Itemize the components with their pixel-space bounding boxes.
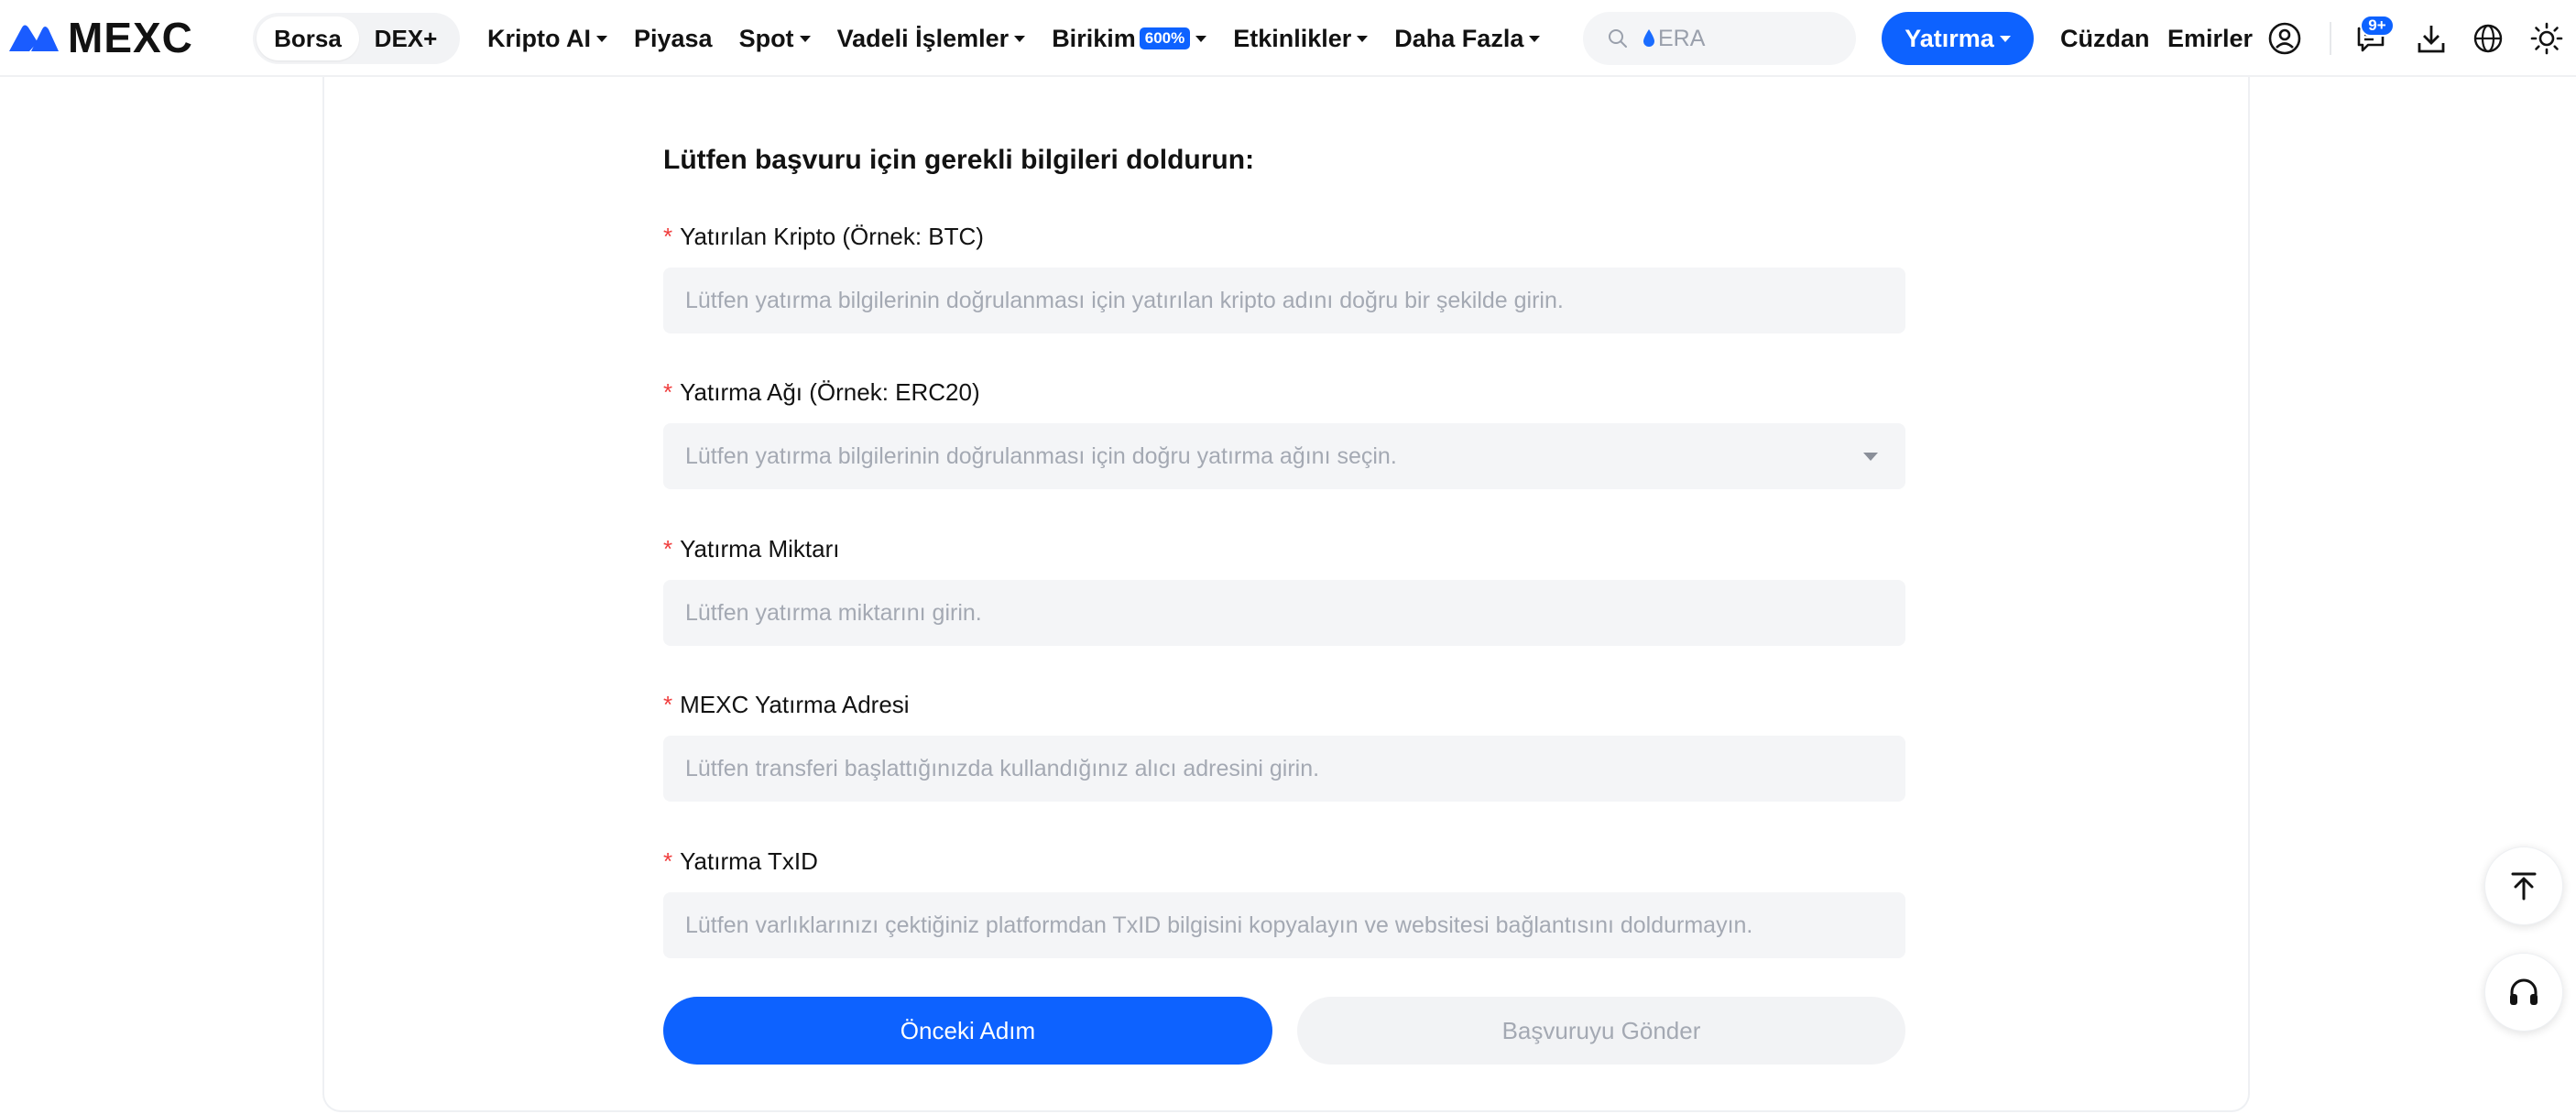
notification-badge: 9+ xyxy=(2360,15,2395,37)
field-label-amount: * Yatırma Miktarı xyxy=(663,535,840,562)
search-input[interactable]: ERA xyxy=(1583,12,1856,65)
amount-input[interactable]: Lütfen yatırma miktarını girin. xyxy=(663,580,1905,646)
logo-text: MEXC xyxy=(68,14,193,61)
nav-piyasa[interactable]: Piyasa xyxy=(634,25,713,53)
segment-borsa[interactable]: Borsa xyxy=(257,16,359,60)
top-navbar: MEXC Borsa DEX+ Kripto AI Piyasa Spot Va… xyxy=(0,0,2576,77)
required-mark: * xyxy=(663,691,673,718)
nav-vadeli-islemler[interactable]: Vadeli İşlemler xyxy=(837,25,1026,53)
nav-kripto-ai[interactable]: Kripto AI xyxy=(487,25,607,53)
chevron-down-icon xyxy=(1357,35,1369,42)
field-label-crypto: * Yatırılan Kripto (Örnek: BTC) xyxy=(663,223,984,250)
field-label-address: * MEXC Yatırma Adresi xyxy=(663,691,910,718)
crypto-name-input[interactable]: Lütfen yatırma bilgilerinin doğrulanması… xyxy=(663,268,1905,333)
chevron-down-icon xyxy=(1863,453,1878,461)
required-mark: * xyxy=(663,378,673,406)
required-mark: * xyxy=(663,535,673,562)
required-mark: * xyxy=(663,847,673,875)
chevron-down-icon xyxy=(595,35,607,42)
nav-etkinlikler[interactable]: Etkinlikler xyxy=(1233,25,1369,53)
main-nav: Kripto AI Piyasa Spot Vadeli İşlemler Bi… xyxy=(487,0,1566,77)
headset-icon xyxy=(2510,978,2538,1005)
amount-placeholder: Lütfen yatırma miktarını girin. xyxy=(685,599,982,626)
apr-badge: 600% xyxy=(1139,27,1191,49)
segment-dex[interactable]: DEX+ xyxy=(359,16,453,60)
wallet-link[interactable]: Cüzdan xyxy=(2060,0,2150,77)
nav-birikim[interactable]: Birikim 600% xyxy=(1052,25,1207,53)
globe-icon[interactable] xyxy=(2468,18,2508,59)
drop-icon xyxy=(1643,29,1654,47)
submit-application-button[interactable]: Başvuruyu Gönder xyxy=(1297,997,1905,1065)
sun-icon[interactable] xyxy=(2527,18,2567,59)
chevron-down-icon xyxy=(1999,35,2011,42)
crypto-name-placeholder: Lütfen yatırma bilgilerinin doğrulanması… xyxy=(685,287,1564,313)
required-mark: * xyxy=(663,223,673,250)
address-placeholder: Lütfen transferi başlattığınızda kulland… xyxy=(685,755,1320,781)
search-placeholder: ERA xyxy=(1658,25,1706,51)
txid-placeholder: Lütfen varlıklarınızı çektiğiniz platfor… xyxy=(685,912,1753,938)
form-title: Lütfen başvuru için gerekli bilgileri do… xyxy=(663,145,1255,175)
chevron-down-icon xyxy=(1529,35,1541,42)
back-to-top-button[interactable] xyxy=(2484,846,2563,925)
deposit-button[interactable]: Yatırma xyxy=(1882,12,2034,65)
nav-daha-fazla[interactable]: Daha Fazla xyxy=(1394,25,1541,53)
mexc-logo-icon xyxy=(9,25,59,51)
field-label-network: * Yatırma Ağı (Örnek: ERC20) xyxy=(663,378,980,406)
chevron-down-icon xyxy=(1014,35,1026,42)
txid-input[interactable]: Lütfen varlıklarınızı çektiğiniz platfor… xyxy=(663,892,1905,958)
header-divider xyxy=(2330,22,2331,55)
mexc-logo[interactable]: MEXC xyxy=(7,14,193,61)
previous-step-button[interactable]: Önceki Adım xyxy=(663,997,1272,1065)
search-icon xyxy=(1609,29,1627,48)
chevron-down-icon xyxy=(1195,35,1207,42)
field-label-txid: * Yatırma TxID xyxy=(663,847,818,875)
download-icon[interactable] xyxy=(2411,18,2451,59)
network-select[interactable]: Lütfen yatırma bilgilerinin doğrulanması… xyxy=(663,423,1905,489)
chevron-down-icon xyxy=(799,35,811,42)
nav-spot[interactable]: Spot xyxy=(739,25,811,53)
user-icon[interactable] xyxy=(2265,18,2305,59)
deposit-address-input[interactable]: Lütfen transferi başlattığınızda kulland… xyxy=(663,736,1905,802)
support-button[interactable] xyxy=(2484,953,2563,1032)
network-placeholder: Lütfen yatırma bilgilerinin doğrulanması… xyxy=(685,442,1397,469)
exchange-segment: Borsa DEX+ xyxy=(253,13,460,64)
orders-link[interactable]: Emirler xyxy=(2167,0,2253,77)
back-to-top-icon xyxy=(2511,872,2537,901)
